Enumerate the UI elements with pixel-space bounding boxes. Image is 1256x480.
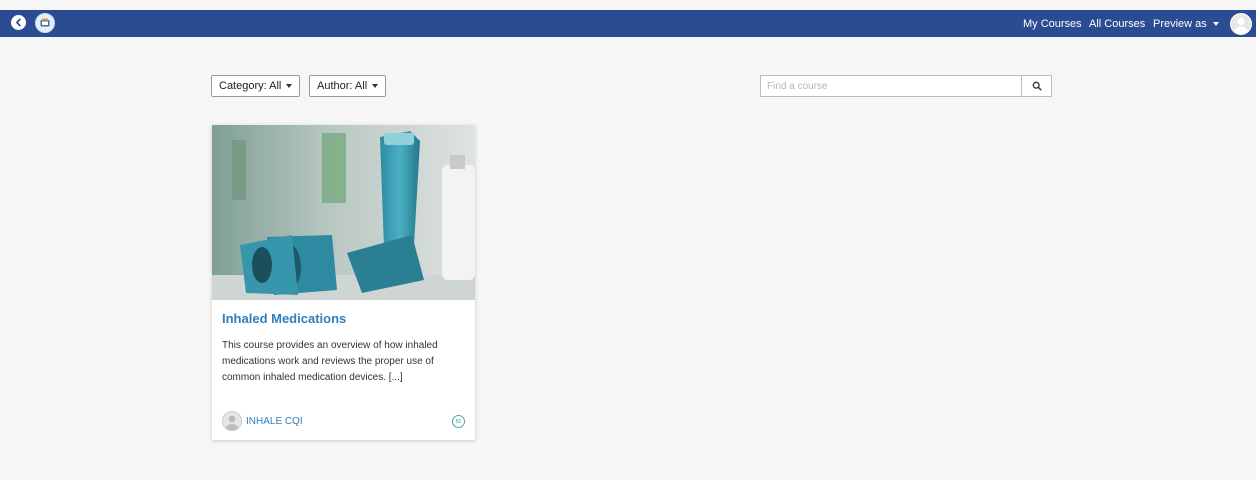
- search-icon: [1032, 81, 1042, 91]
- author-filter-label: Author: All: [317, 80, 368, 92]
- user-avatar-icon[interactable]: [1230, 13, 1252, 35]
- course-title[interactable]: Inhaled Medications: [222, 311, 346, 326]
- category-filter-dropdown[interactable]: Category: All: [211, 75, 301, 97]
- caret-down-icon: [372, 84, 379, 88]
- search-input[interactable]: [760, 75, 1022, 97]
- back-icon[interactable]: [11, 15, 26, 30]
- author-filter-dropdown[interactable]: Author: All: [309, 75, 387, 97]
- course-author[interactable]: INHALE CQI: [222, 411, 303, 431]
- preview-as-dropdown[interactable]: Preview as: [1153, 10, 1219, 37]
- caret-down-icon: [1212, 21, 1219, 26]
- nav-all-courses[interactable]: All Courses: [1089, 10, 1145, 37]
- course-description: This course provides an overview of how …: [222, 340, 438, 383]
- top-navbar: My Courses All Courses Preview as: [0, 10, 1256, 37]
- nav-my-courses[interactable]: My Courses: [1023, 10, 1082, 37]
- author-name: INHALE CQI: [246, 415, 303, 427]
- site-logo-icon[interactable]: [35, 13, 55, 33]
- course-card[interactable]: Inhaled Medications This course provides…: [212, 125, 475, 440]
- caret-down-icon: [286, 84, 293, 88]
- search-button[interactable]: [1021, 75, 1052, 97]
- course-image[interactable]: [212, 125, 475, 300]
- author-avatar-icon: [222, 411, 242, 431]
- course-badge: 80: [452, 415, 465, 428]
- category-filter-label: Category: All: [219, 80, 282, 92]
